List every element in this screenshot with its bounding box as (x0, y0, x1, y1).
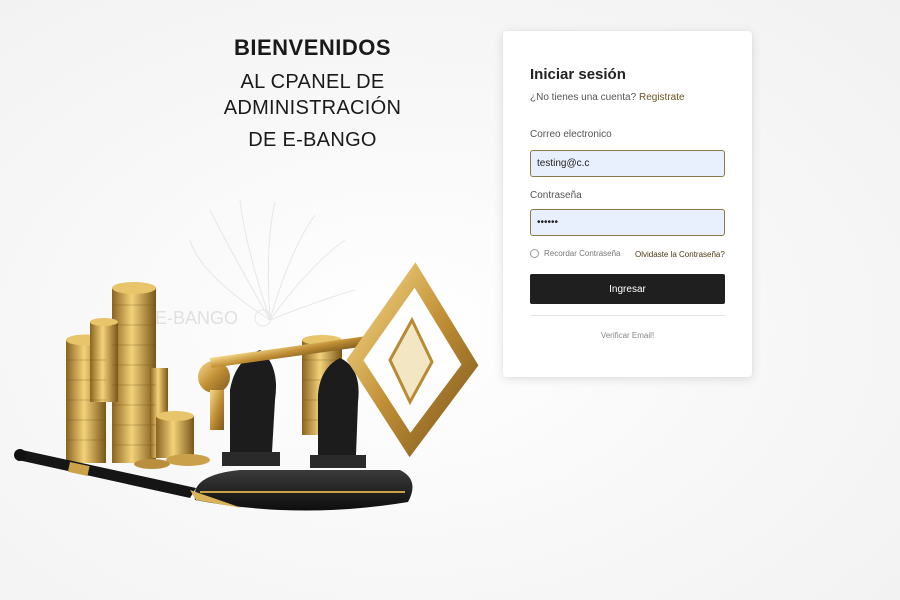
login-button[interactable]: Ingresar (530, 274, 725, 304)
register-prompt: ¿No tienes una cuenta? Registrate (530, 92, 685, 103)
no-account-text: ¿No tienes una cuenta? (530, 92, 637, 103)
email-field[interactable] (530, 150, 725, 177)
verify-email-link[interactable]: Verificar Email! (530, 331, 725, 340)
watermark-text: E-BANGO (155, 308, 238, 328)
welcome-subtitle-brand: DE E-BANGO (248, 129, 377, 151)
welcome-subtitle: AL CPANEL DE ADMINISTRACIÓN (223, 71, 402, 119)
password-label: Contraseña (530, 190, 582, 201)
password-field[interactable] (530, 209, 725, 236)
register-link[interactable]: Registrate (639, 92, 685, 103)
forgot-password-link[interactable]: Olvidaste la Contraseña? (635, 250, 725, 259)
remember-password[interactable]: Recordar Contraseña (530, 249, 620, 258)
login-card: Iniciar sesión ¿No tienes una cuenta? Re… (503, 31, 752, 377)
remember-checkbox[interactable] (530, 249, 539, 258)
remember-label: Recordar Contraseña (544, 249, 621, 258)
hero-illustration: E-BANGO (14, 199, 479, 511)
login-title: Iniciar sesión (530, 66, 626, 83)
welcome-heading: BIENVENIDOS AL CPANEL DE ADMINISTRACIÓN … (150, 34, 475, 153)
email-label: Correo electronico (530, 129, 612, 140)
welcome-title: BIENVENIDOS (233, 35, 392, 60)
divider (530, 315, 725, 316)
